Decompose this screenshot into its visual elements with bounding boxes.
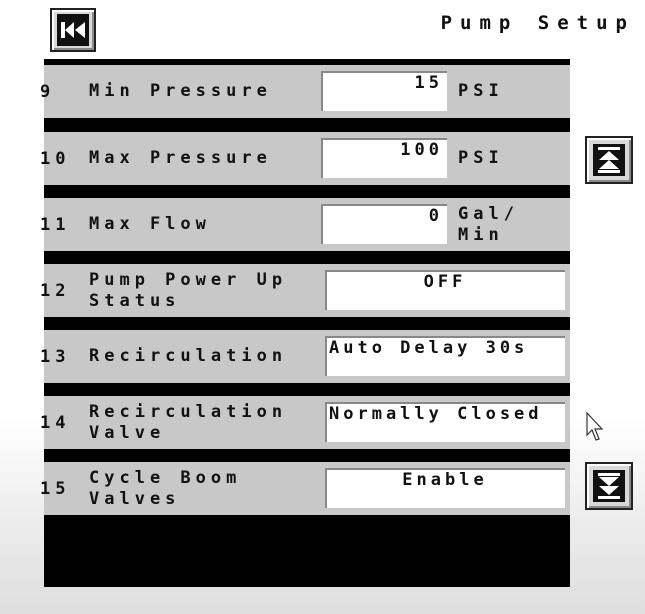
setting-number: 15 bbox=[40, 478, 71, 499]
setting-number: 9 bbox=[40, 81, 56, 102]
setting-row[interactable]: 10 Max Pressure 100 PSI bbox=[40, 132, 570, 185]
setting-label-line: Status bbox=[89, 290, 181, 311]
setting-label: Cycle Boom Valves bbox=[89, 462, 319, 515]
skip-back-icon bbox=[57, 14, 89, 46]
mouse-cursor-icon bbox=[586, 412, 604, 441]
setting-label-line: Valves bbox=[89, 488, 181, 509]
setting-label-line: Min Pressure bbox=[89, 81, 272, 101]
scroll-up-button[interactable] bbox=[585, 136, 633, 184]
setting-label: Min Pressure bbox=[89, 65, 319, 118]
setting-unit-line: PSI bbox=[458, 81, 504, 101]
setting-value: Auto Delay 30s bbox=[329, 338, 529, 358]
setting-row[interactable]: 11 Max Flow 0 Gal/Min bbox=[40, 198, 570, 251]
setting-label: Recirculation bbox=[89, 330, 319, 383]
setting-value: Normally Closed bbox=[329, 404, 543, 424]
setting-label: Max Pressure bbox=[89, 132, 319, 185]
setting-value: 15 bbox=[414, 73, 443, 93]
setting-value-field[interactable]: OFF bbox=[325, 270, 565, 310]
setting-row[interactable]: 12 Pump Power Up Status OFF bbox=[40, 264, 570, 317]
setting-label: Max Flow bbox=[89, 198, 319, 251]
scroll-to-bottom-icon bbox=[593, 470, 625, 502]
setting-row[interactable]: 14 Recirculation Valve Normally Closed bbox=[40, 396, 570, 449]
setting-value-field[interactable]: Auto Delay 30s bbox=[325, 336, 565, 376]
setting-label: Recirculation Valve bbox=[89, 396, 319, 449]
setting-number: 14 bbox=[40, 412, 71, 433]
scroll-to-top-icon bbox=[593, 144, 625, 176]
back-button[interactable] bbox=[50, 8, 96, 52]
setting-row[interactable]: 13 Recirculation Auto Delay 30s bbox=[40, 330, 570, 383]
setting-value: 0 bbox=[428, 206, 443, 226]
setting-label: Pump Power Up Status bbox=[89, 264, 319, 317]
setting-unit-line: Gal/ bbox=[458, 203, 519, 224]
setting-label-line: Max Flow bbox=[89, 214, 211, 234]
setting-number: 13 bbox=[40, 346, 71, 367]
setting-unit: PSI bbox=[458, 132, 504, 185]
setting-row[interactable]: 9 Min Pressure 15 PSI bbox=[40, 65, 570, 118]
setting-unit: Gal/Min bbox=[458, 198, 519, 251]
settings-panel: 9 Min Pressure 15 PSI 10 Max Pressure 100 PSI 11… bbox=[40, 59, 570, 587]
setting-label-line: Max Pressure bbox=[89, 148, 272, 168]
scroll-down-button[interactable] bbox=[585, 462, 633, 510]
setting-number: 10 bbox=[40, 148, 71, 169]
setting-value-field[interactable]: 15 bbox=[321, 71, 447, 111]
setting-label-line: Valve bbox=[89, 422, 166, 443]
setting-value-field[interactable]: Enable bbox=[325, 468, 565, 508]
setting-unit-line: Min bbox=[458, 224, 504, 245]
setting-label-line: Recirculation bbox=[89, 346, 288, 366]
setting-value: 100 bbox=[400, 140, 443, 160]
setting-number: 11 bbox=[40, 214, 71, 235]
setting-label-line: Recirculation bbox=[89, 401, 288, 422]
setting-value-field[interactable]: Normally Closed bbox=[325, 402, 565, 442]
setting-value: OFF bbox=[423, 272, 467, 292]
setting-unit-line: PSI bbox=[458, 148, 504, 168]
setting-value-field[interactable]: 0 bbox=[321, 204, 447, 244]
setting-unit: PSI bbox=[458, 65, 504, 118]
setting-value-field[interactable]: 100 bbox=[321, 138, 447, 178]
setting-value: Enable bbox=[402, 470, 488, 490]
setting-row[interactable]: 15 Cycle Boom Valves Enable bbox=[40, 462, 570, 515]
setting-label-line: Cycle Boom bbox=[89, 467, 242, 488]
setting-number: 12 bbox=[40, 280, 71, 301]
page-title: Pump Setup bbox=[440, 12, 635, 34]
setting-label-line: Pump Power Up bbox=[89, 269, 288, 290]
